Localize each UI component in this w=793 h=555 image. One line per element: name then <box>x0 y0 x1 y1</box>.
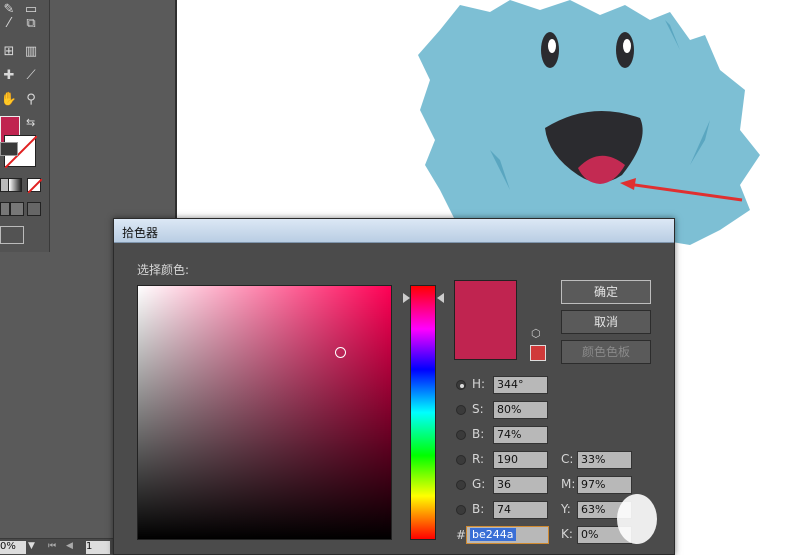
swap-icon[interactable]: ⇆ <box>26 116 35 129</box>
zoom-icon[interactable]: ⚲ <box>22 90 40 108</box>
g-label: G: <box>472 477 486 491</box>
tools-panel: ✎ ▭ ⁄ ⧉ ⊞ ▥ ✚ ⟋ ✋ ⚲ ⇆ <box>0 0 50 252</box>
g-field[interactable]: 36 <box>493 476 548 494</box>
hand-icon[interactable]: ✋ <box>0 90 18 108</box>
dialog-title: 拾色器 <box>122 226 159 240</box>
slice-icon[interactable]: ⟋ <box>22 66 40 84</box>
radio-b[interactable] <box>456 430 466 440</box>
first-artboard-icon[interactable]: ⏮ <box>48 541 56 551</box>
radio-g[interactable] <box>456 480 466 490</box>
blend-icon[interactable]: ⁄ <box>0 14 18 32</box>
gradient-mode-icon[interactable] <box>8 178 22 192</box>
artboard-number[interactable]: 1 <box>86 541 110 554</box>
color-field-cursor[interactable] <box>335 347 346 358</box>
zoom-field[interactable]: 0% <box>0 541 26 554</box>
ok-button[interactable]: 确定 <box>561 280 651 304</box>
radio-h[interactable] <box>456 380 466 390</box>
dialog-titlebar[interactable]: 拾色器 <box>114 219 674 243</box>
annotation-arrow <box>620 178 743 202</box>
radio-blue[interactable] <box>456 505 466 515</box>
none-mode-icon[interactable] <box>27 178 42 193</box>
color-swatches-button[interactable]: 颜色色板 <box>561 340 651 364</box>
draw-behind-icon[interactable] <box>10 202 24 216</box>
m-label: M: <box>561 477 576 491</box>
b-field[interactable]: 74% <box>493 426 548 444</box>
color-picker-dialog: 拾色器 选择颜色: ⬡ 确定 取消 颜色色板 H: 344° S: 80% B:… <box>113 218 675 555</box>
draw-normal-icon[interactable] <box>0 202 10 216</box>
hex-label: # <box>456 528 467 542</box>
hex-selection: be244a <box>470 528 516 541</box>
cancel-button[interactable]: 取消 <box>561 310 651 334</box>
current-color-preview <box>454 280 517 360</box>
symbol-sprayer-icon[interactable]: ⧉ <box>22 14 40 32</box>
radio-s[interactable] <box>456 405 466 415</box>
blue-label: B: <box>472 502 485 516</box>
artboard-icon[interactable]: ✚ <box>0 66 18 84</box>
hex-field[interactable]: be244a <box>466 526 549 544</box>
m-field[interactable]: 97% <box>577 476 632 494</box>
color-field[interactable] <box>137 285 392 540</box>
select-color-label: 选择颜色: <box>137 263 190 277</box>
hue-slider-right-handle[interactable] <box>437 293 444 303</box>
blue-field[interactable]: 74 <box>493 501 548 519</box>
k-label: K: <box>561 527 573 541</box>
web-safe-color-swatch[interactable] <box>530 345 546 361</box>
r-field[interactable]: 190 <box>493 451 548 469</box>
y-label: Y: <box>561 502 571 516</box>
hue-slider-left-handle[interactable] <box>403 293 410 303</box>
s-label: S: <box>472 402 484 416</box>
h-field[interactable]: 344° <box>493 376 548 394</box>
hue-slider[interactable] <box>410 285 436 540</box>
s-field[interactable]: 80% <box>493 401 548 419</box>
r-label: R: <box>472 452 485 466</box>
c-field[interactable]: 33% <box>577 451 632 469</box>
b-label: B: <box>472 427 485 441</box>
c-label: C: <box>561 452 574 466</box>
mesh-icon[interactable]: ⊞ <box>0 42 18 60</box>
draw-inside-icon[interactable] <box>27 202 41 216</box>
radio-r[interactable] <box>456 455 466 465</box>
cube-icon[interactable]: ⬡ <box>531 327 541 340</box>
bar-graph-icon[interactable]: ▥ <box>22 42 40 60</box>
zoom-dropdown-icon[interactable]: ▼ <box>28 541 40 554</box>
overlay-artifact <box>617 494 657 544</box>
default-colors-icon[interactable] <box>0 142 18 156</box>
prev-artboard-icon[interactable]: ◀ <box>66 541 73 551</box>
h-label: H: <box>472 377 486 391</box>
screen-mode-icon[interactable] <box>0 226 24 244</box>
